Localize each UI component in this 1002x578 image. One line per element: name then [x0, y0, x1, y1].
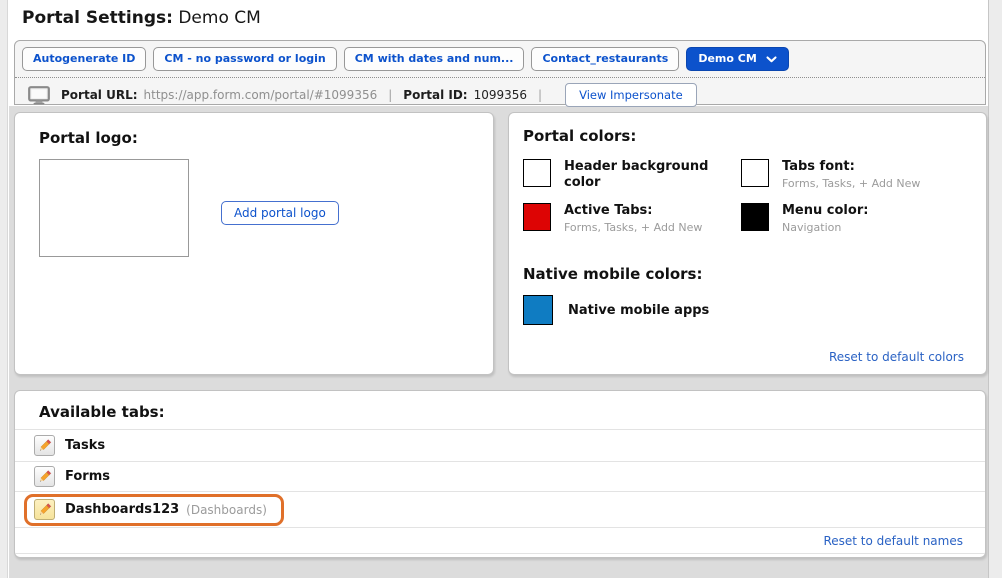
portal-url-bar: Portal URL: https://app.form.com/portal/…	[15, 78, 985, 107]
edit-pencil-button[interactable]	[34, 499, 55, 520]
color-item-label: Active Tabs:	[564, 203, 702, 219]
header-background-color-swatch[interactable]	[523, 159, 551, 187]
native-mobile-colors-heading: Native mobile colors:	[523, 265, 702, 283]
portal-id-value: 1099356	[474, 88, 527, 102]
portal-tab-cm-with-dates[interactable]: CM with dates and num...	[344, 47, 525, 71]
tab-row-tasks: Tasks	[15, 429, 985, 461]
portal-tab-demo-cm-active[interactable]: Demo CM	[686, 47, 788, 71]
logo-placeholder	[39, 159, 189, 257]
tab-row-forms: Forms	[15, 461, 985, 491]
chevron-down-icon	[766, 56, 777, 63]
available-tabs-heading: Available tabs:	[39, 403, 165, 421]
tab-row-label: Tasks	[65, 438, 105, 453]
reset-names-row: Reset to default names	[15, 527, 985, 554]
edit-pencil-button[interactable]	[34, 435, 55, 456]
left-edge-strip	[0, 0, 8, 578]
tab-row-dashboards: Dashboards123 (Dashboards)	[15, 491, 985, 527]
divider: |	[538, 88, 542, 102]
native-mobile-apps-color-swatch[interactable]	[523, 295, 553, 325]
portal-url-label: Portal URL:	[61, 88, 138, 102]
color-item-tabs-font: Tabs font: Forms, Tasks, + Add New	[741, 159, 920, 190]
color-item-native-mobile-apps: Native mobile apps	[523, 295, 709, 325]
page-title-label: Portal Settings:	[22, 8, 173, 28]
color-item-header-background: Header background color	[523, 159, 714, 190]
color-item-sub: Navigation	[782, 221, 868, 234]
reset-default-names-link[interactable]: Reset to default names	[823, 534, 963, 548]
portal-colors-heading: Portal colors:	[523, 127, 636, 145]
reset-default-colors-link[interactable]: Reset to default colors	[829, 350, 964, 364]
available-tabs-panel: Available tabs: Tasks	[14, 390, 986, 558]
view-impersonate-button[interactable]: View Impersonate	[565, 83, 697, 107]
tab-row-label: Dashboards123	[65, 502, 179, 517]
portal-logo-heading: Portal logo:	[39, 129, 138, 147]
portal-url-value: https://app.form.com/portal/#1099356	[144, 88, 378, 102]
tabs-font-color-swatch[interactable]	[741, 159, 769, 187]
color-item-active-tabs: Active Tabs: Forms, Tasks, + Add New	[523, 203, 702, 234]
portal-id-label: Portal ID:	[403, 88, 467, 102]
color-item-label: Header background color	[564, 159, 714, 190]
divider: |	[388, 88, 392, 102]
color-item-label: Native mobile apps	[568, 303, 709, 318]
active-tabs-color-swatch[interactable]	[523, 203, 551, 231]
color-item-label: Tabs font:	[782, 159, 920, 175]
menu-color-swatch[interactable]	[741, 203, 769, 231]
portal-switcher-row: Autogenerate ID CM - no password or logi…	[15, 41, 985, 78]
monitor-icon	[28, 86, 50, 105]
color-item-sub: Forms, Tasks, + Add New	[782, 177, 920, 190]
edit-pencil-button[interactable]	[34, 466, 55, 487]
portal-settings-page: Portal Settings: Demo CM Autogenerate ID…	[0, 0, 1002, 578]
right-scrollbar-track[interactable]	[988, 0, 1002, 578]
pencil-icon	[37, 502, 52, 517]
portal-toolbar: Autogenerate ID CM - no password or logi…	[14, 40, 986, 105]
tab-row-label: Forms	[65, 469, 110, 484]
color-item-label: Menu color:	[782, 203, 868, 219]
portal-colors-panel: Portal colors: Header background color T…	[508, 112, 987, 375]
active-portal-tab-label: Demo CM	[698, 53, 756, 65]
tab-row-note: (Dashboards)	[186, 503, 267, 517]
add-portal-logo-button[interactable]: Add portal logo	[221, 201, 339, 225]
pencil-icon	[37, 438, 52, 453]
pencil-icon	[37, 469, 52, 484]
color-item-menu-color: Menu color: Navigation	[741, 203, 868, 234]
portal-tab-contact-restaurants[interactable]: Contact_restaurants	[531, 47, 679, 71]
available-tabs-rows: Tasks Forms	[15, 429, 985, 554]
color-item-sub: Forms, Tasks, + Add New	[564, 221, 702, 234]
portal-tab-autogenerate-id[interactable]: Autogenerate ID	[22, 47, 146, 71]
page-title: Portal Settings: Demo CM	[22, 8, 261, 28]
portal-tab-cm-no-password[interactable]: CM - no password or login	[153, 47, 336, 71]
portal-logo-panel: Portal logo: Add portal logo	[14, 112, 494, 375]
page-title-portal-name: Demo CM	[178, 8, 260, 28]
